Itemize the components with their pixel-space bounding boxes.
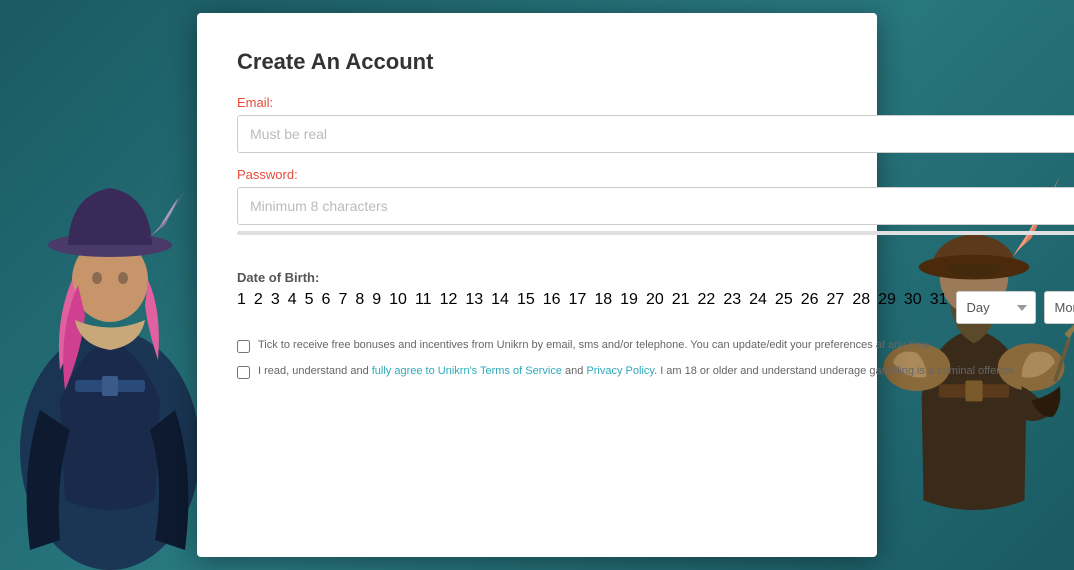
password-field-group: Password: 👁 xyxy=(237,167,1074,225)
dob-field-group: Date of Birth: 1234567891011121314151617… xyxy=(237,270,1074,324)
terms-checkbox-label: I read, understand and fully agree to Un… xyxy=(258,364,1017,379)
bonus-checkbox-label: Tick to receive free bonuses and incenti… xyxy=(258,338,933,353)
password-wrapper: 👁 xyxy=(237,187,1074,225)
dob-label: Date of Birth: xyxy=(237,270,1074,285)
password-label: Password: xyxy=(237,167,1074,182)
email-input[interactable] xyxy=(237,115,1074,153)
privacy-link[interactable]: Privacy Policy xyxy=(586,365,654,377)
terms-checkbox-row: I read, understand and fully agree to Un… xyxy=(237,364,1074,379)
password-strength-bars xyxy=(237,231,1074,235)
character-left xyxy=(0,50,220,570)
form-panel: Create An Account Email: Password: 👁 xyxy=(197,13,1074,557)
terms-link[interactable]: fully agree to Unikrn's Terms of Service xyxy=(372,365,562,377)
bonus-checkbox-row: Tick to receive free bonuses and incenti… xyxy=(237,338,1074,353)
already-account-text: Already have an account? xyxy=(237,452,1074,467)
email-field-group: Email: xyxy=(237,95,1074,167)
sign-in-link[interactable]: Sign In xyxy=(237,471,1074,487)
strength-bar-1 xyxy=(237,231,1074,235)
dob-row: 1234567891011121314151617181920212223242… xyxy=(237,291,1074,324)
dob-day-select[interactable]: Day for(let i=1;i<=31;i++) document.curr… xyxy=(956,291,1036,324)
dob-month-select[interactable]: Month JanuaryFebruaryMarch AprilMayJune … xyxy=(1044,291,1074,324)
modal: Create An Account Email: Password: 👁 xyxy=(197,13,877,557)
password-input[interactable] xyxy=(237,187,1074,225)
terms-checkbox[interactable] xyxy=(237,366,250,379)
form-title: Create An Account xyxy=(237,49,1074,75)
bonus-checkbox[interactable] xyxy=(237,340,250,353)
email-label: Email: xyxy=(237,95,1074,110)
password-hint: Password must contain at least one numer… xyxy=(237,241,1074,256)
